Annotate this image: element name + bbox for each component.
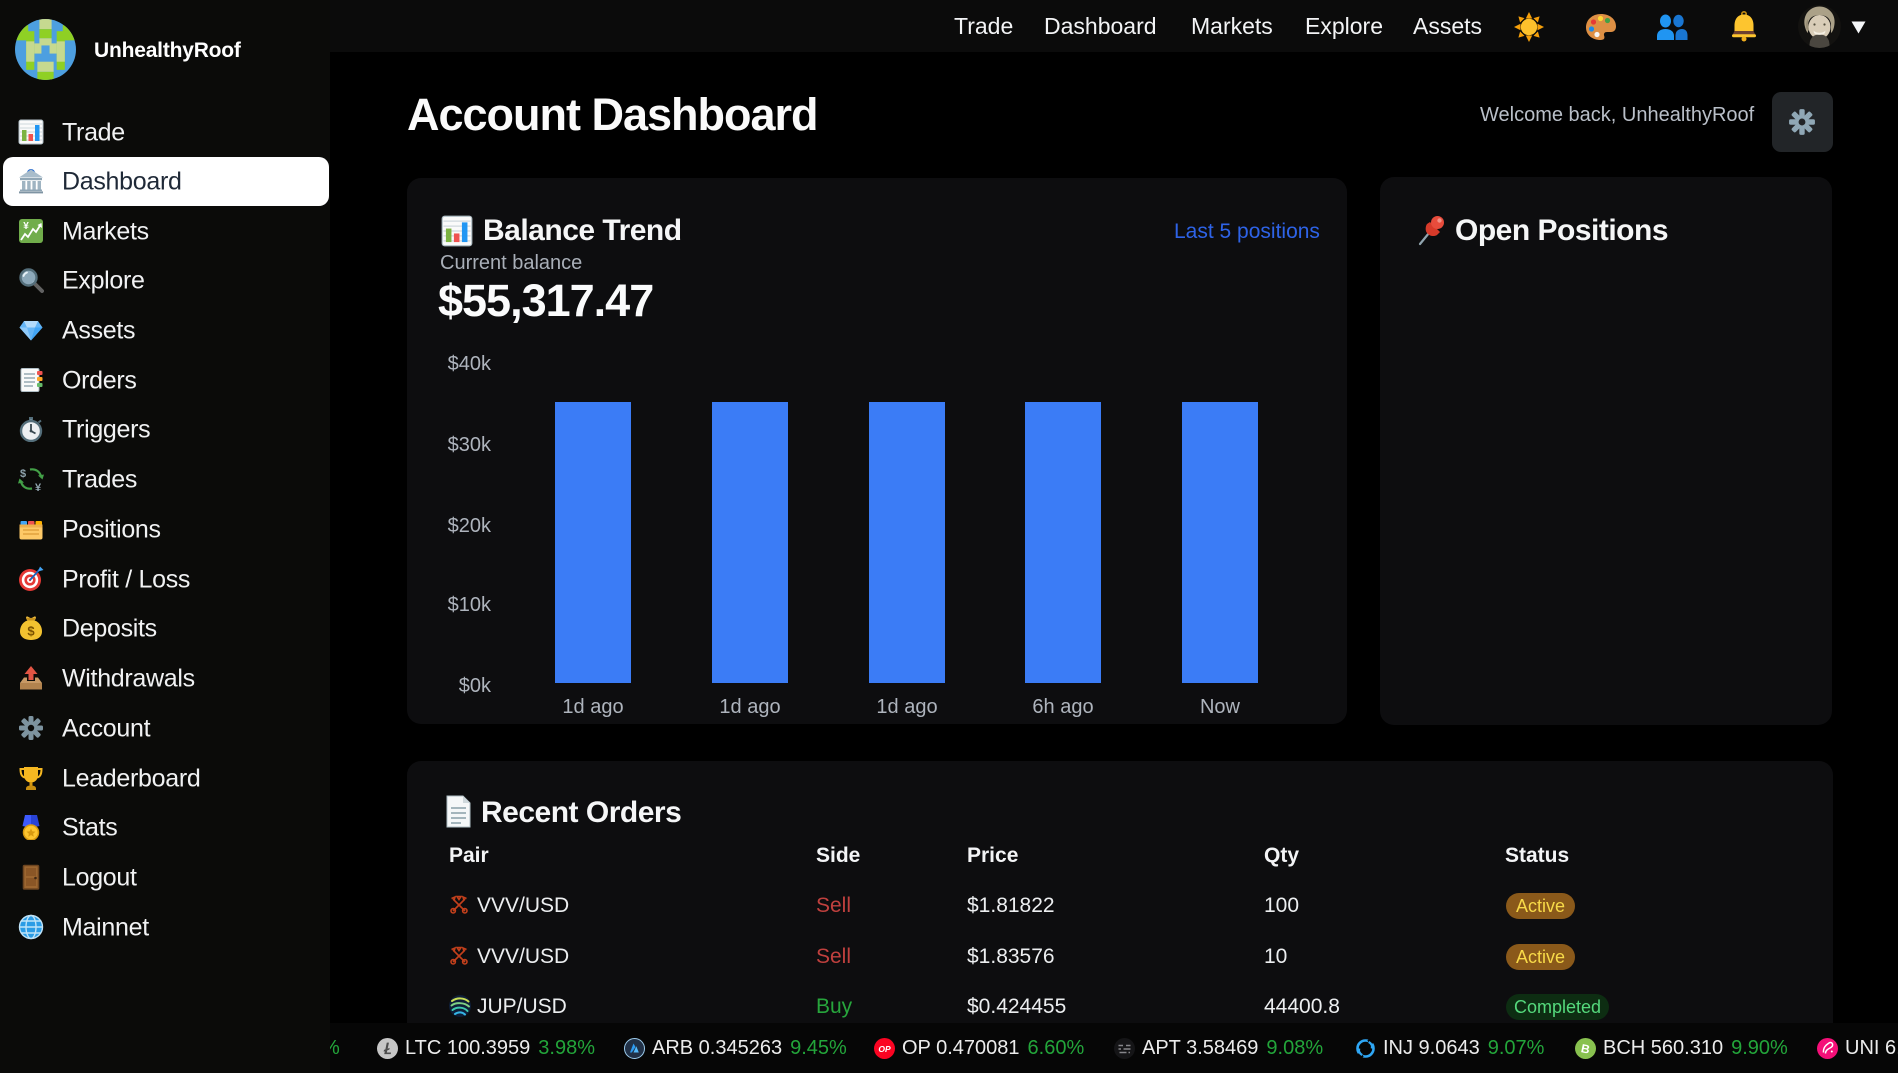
- svg-text:$: $: [27, 624, 35, 639]
- svg-text:OP: OP: [878, 1044, 891, 1054]
- svg-text:$: $: [20, 468, 26, 480]
- svg-text:¥: ¥: [35, 482, 42, 492]
- svg-text:¥: ¥: [23, 221, 29, 232]
